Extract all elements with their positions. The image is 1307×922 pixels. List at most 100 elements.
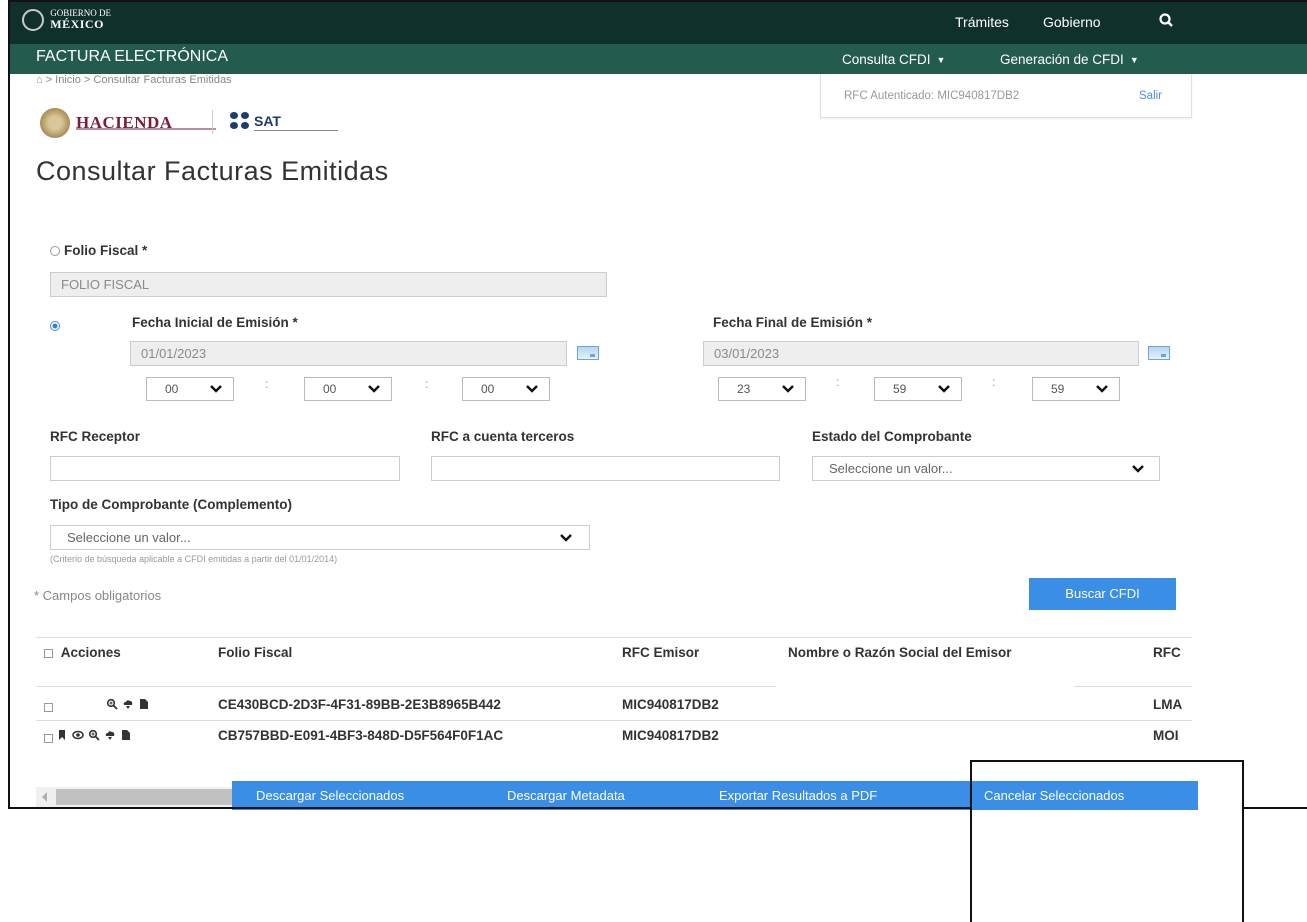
fecha-radio[interactable] — [50, 321, 60, 331]
segundo-inicial-value: 00 — [481, 382, 495, 396]
row-folio: CB757BBD-E091-4BF3-848D-D5F564F0F1AC — [218, 728, 504, 743]
segundo-final-select[interactable]: 59 — [1032, 377, 1120, 401]
row-checkbox[interactable] — [44, 703, 53, 712]
header-rfc[interactable]: RFC — [1153, 645, 1181, 660]
auth-rfc-text: RFC Autenticado: MIC940817DB2 — [844, 90, 1020, 102]
segundo-inicial-select[interactable]: 00 — [462, 377, 550, 401]
rfc-receptor-input[interactable] — [50, 456, 400, 481]
hacienda-logo: HACIENDA — [40, 108, 216, 138]
calendar-icon[interactable] — [577, 346, 599, 360]
estado-value: Seleccione un valor... — [829, 461, 953, 476]
hora-inicial-value: 00 — [165, 382, 179, 396]
rfc-terceros-input[interactable] — [431, 456, 780, 481]
link-tramites[interactable]: Trámites — [955, 14, 1009, 30]
document-icon[interactable] — [138, 698, 150, 710]
row-divider — [36, 720, 1192, 721]
chevron-down-icon — [1132, 465, 1144, 473]
exportar-pdf-button[interactable]: Exportar Resultados a PDF — [719, 788, 877, 803]
header-rfc-emisor[interactable]: RFC Emisor — [622, 645, 699, 660]
chevron-down-icon — [938, 385, 950, 393]
highlight-box — [970, 760, 1244, 922]
header-nombre-emisor[interactable]: Nombre o Razón Social del Emisor — [788, 645, 1012, 660]
descargar-seleccionados-button[interactable]: Descargar Seleccionados — [256, 788, 404, 803]
fecha-final-input[interactable]: 03/01/2023 — [703, 341, 1139, 366]
cloud-download-icon[interactable] — [122, 698, 134, 710]
minuto-inicial-value: 00 — [323, 382, 337, 396]
sat-dots-icon — [230, 112, 252, 130]
header-acciones-label: Acciones — [60, 645, 121, 660]
frame-border — [1244, 807, 1307, 809]
chevron-down-icon — [1096, 385, 1108, 393]
hora-final-value: 23 — [737, 382, 751, 396]
gov-big-text: MÉXICO — [50, 17, 104, 31]
site-title[interactable]: FACTURA ELECTRÓNICA — [36, 48, 228, 66]
gobierno-logo[interactable]: GOBIERNO DE MÉXICO — [22, 8, 111, 31]
bookmark-icon[interactable] — [56, 729, 68, 741]
row-checkbox[interactable] — [44, 734, 53, 743]
hora-final-select[interactable]: 23 — [718, 377, 806, 401]
rfc-receptor-label: RFC Receptor — [50, 429, 141, 444]
descargar-metadata-button[interactable]: Descargar Metadata — [507, 788, 625, 803]
menu-generacion-cfdi[interactable]: Generación de CFDI ▼ — [1000, 52, 1139, 67]
time-colon: : — [425, 377, 429, 391]
zoom-icon[interactable] — [88, 729, 100, 741]
breadcrumb[interactable]: ⌂ > Inicio > Consultar Facturas Emitidas — [36, 74, 232, 84]
page-title: Consultar Facturas Emitidas — [36, 156, 389, 186]
chevron-down-icon — [526, 385, 538, 393]
chevron-down-icon — [368, 385, 380, 393]
chevron-down-icon — [210, 385, 222, 393]
row-rfc: LMA — [1153, 697, 1183, 712]
fecha-final-label: Fecha Final de Emisión * — [713, 315, 873, 330]
table-row: CB757BBD-E091-4BF3-848D-D5F564F0F1AC MIC… — [44, 728, 1194, 748]
tipo-label: Tipo de Comprobante (Complemento) — [50, 497, 292, 512]
search-icon[interactable] — [1158, 12, 1176, 30]
menu-consulta-cfdi[interactable]: Consulta CFDI ▼ — [842, 52, 945, 67]
select-all-checkbox[interactable] — [44, 648, 53, 658]
chevron-down-icon — [560, 534, 572, 542]
search-hint: (Criterio de búsqueda aplicable a CFDI e… — [50, 554, 338, 564]
logo-divider — [212, 110, 213, 134]
eye-icon[interactable] — [72, 729, 84, 741]
table-row: CE430BCD-2D3F-4F31-89BB-2E3B8965B442 MIC… — [44, 697, 1194, 717]
link-gobierno[interactable]: Gobierno — [1043, 14, 1101, 30]
fecha-inicial-input[interactable]: 01/01/2023 — [130, 341, 567, 366]
row-rfc: MOI — [1153, 728, 1179, 743]
table-divider — [36, 637, 1192, 638]
caret-down-icon: ▼ — [936, 55, 946, 66]
estado-label: Estado del Comprobante — [812, 429, 972, 444]
tipo-select[interactable]: Seleccione un valor... — [50, 525, 590, 550]
row-rfc-emisor: MIC940817DB2 — [622, 697, 719, 712]
chevron-down-icon — [782, 385, 794, 393]
folio-label: Folio Fiscal * — [64, 243, 148, 258]
row-rfc-emisor: MIC940817DB2 — [622, 728, 719, 743]
sat-logo: SAT — [230, 112, 338, 131]
tipo-value: Seleccione un valor... — [67, 530, 191, 545]
header-folio-fiscal[interactable]: Folio Fiscal — [218, 645, 292, 660]
seal-icon — [22, 8, 44, 31]
row-folio: CE430BCD-2D3F-4F31-89BB-2E3B8965B442 — [218, 697, 501, 712]
logout-link[interactable]: Salir — [1139, 90, 1162, 102]
time-colon: : — [836, 375, 840, 389]
cloud-download-icon[interactable] — [104, 729, 116, 741]
calendar-icon[interactable] — [1148, 346, 1170, 360]
document-icon[interactable] — [120, 729, 132, 741]
frame-border — [8, 0, 10, 809]
folio-radio[interactable] — [50, 245, 60, 256]
hacienda-name: HACIENDA — [76, 113, 173, 132]
header-acciones: Acciones — [44, 645, 121, 660]
time-colon: : — [992, 375, 996, 389]
minuto-final-select[interactable]: 59 — [874, 377, 962, 401]
required-note: * Campos obligatorios — [34, 588, 162, 603]
buscar-cfdi-button[interactable]: Buscar CFDI — [1029, 578, 1176, 610]
minuto-inicial-select[interactable]: 00 — [304, 377, 392, 401]
folio-fiscal-input[interactable]: FOLIO FISCAL — [50, 272, 607, 297]
rfc-terceros-label: RFC a cuenta terceros — [431, 429, 575, 444]
hacienda-seal-icon — [40, 108, 70, 138]
hora-inicial-select[interactable]: 00 — [146, 377, 234, 401]
zoom-icon[interactable] — [106, 698, 118, 710]
estado-select[interactable]: Seleccione un valor... — [812, 456, 1160, 481]
government-topbar — [10, 2, 1307, 44]
folio-fiscal-option[interactable]: Folio Fiscal * — [50, 242, 147, 260]
sat-name: SAT — [254, 113, 281, 129]
scroll-left-arrow-icon[interactable] — [42, 792, 47, 802]
